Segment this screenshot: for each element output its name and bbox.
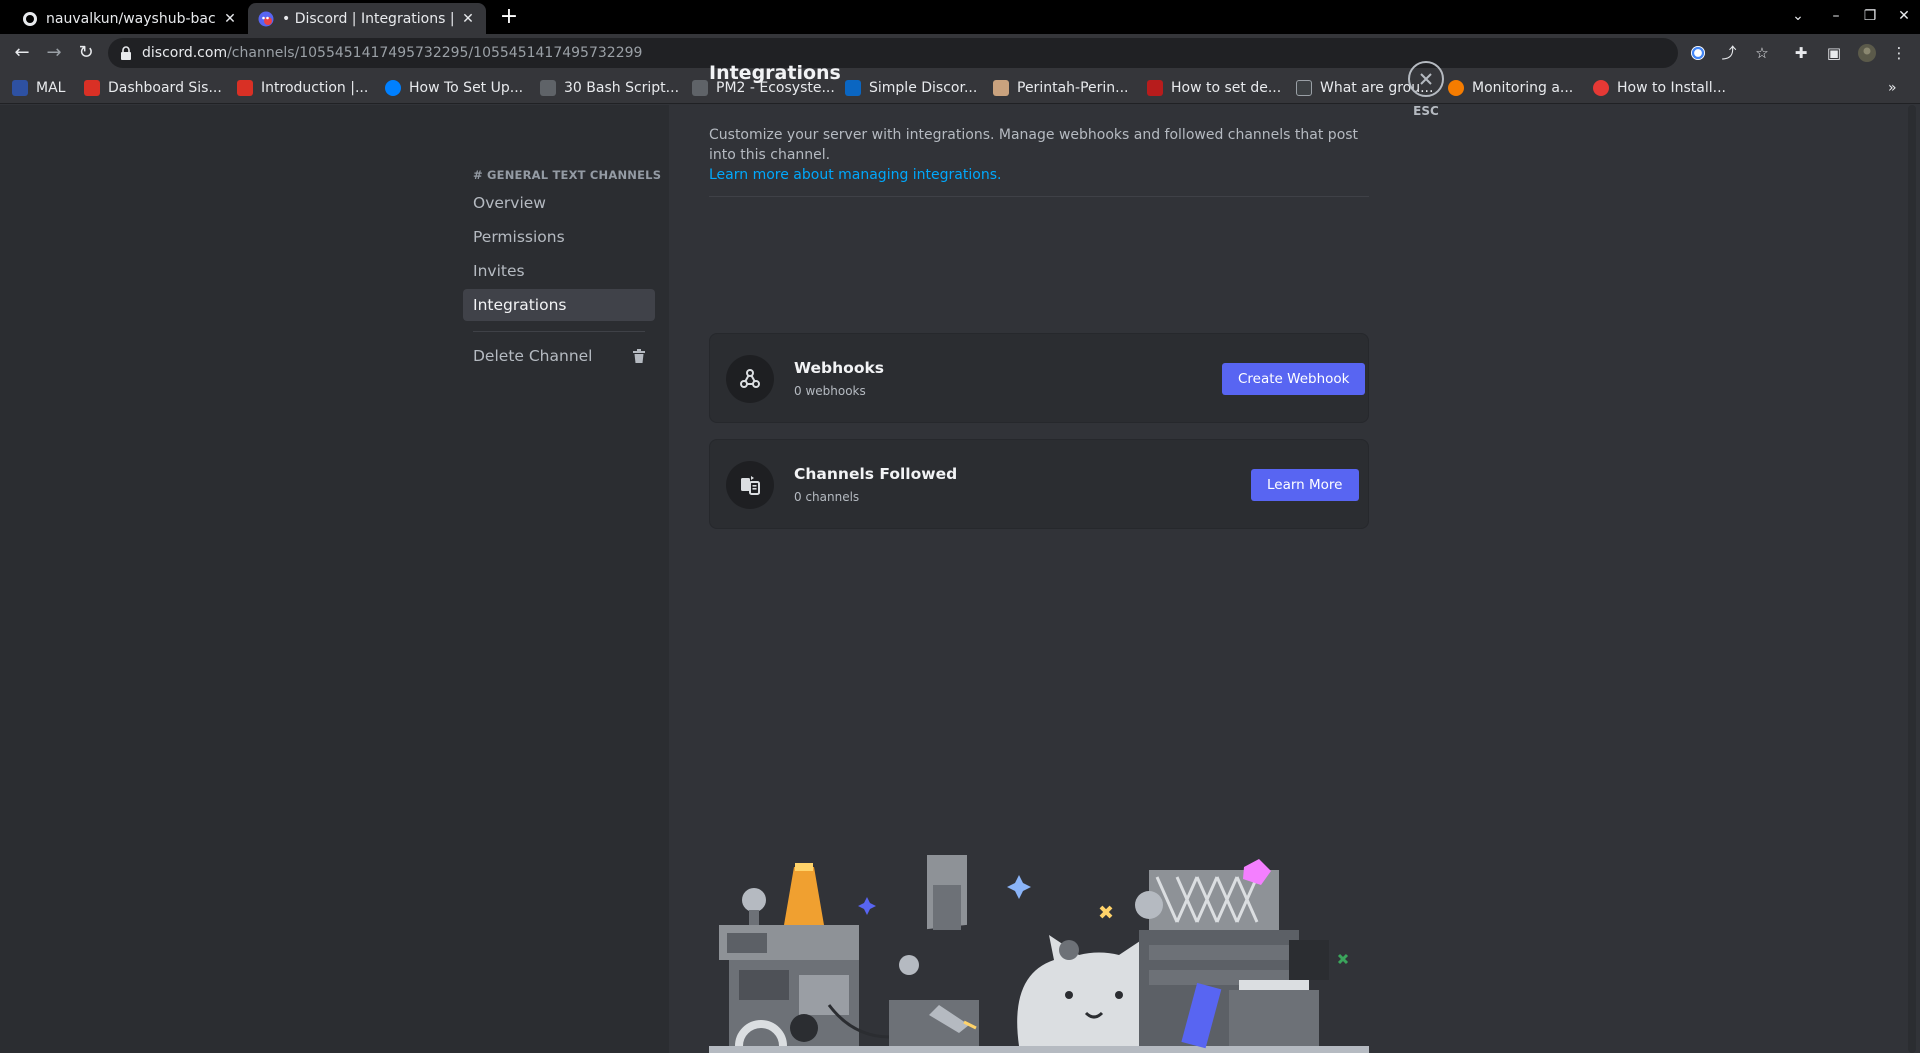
content-divider bbox=[709, 196, 1369, 197]
bookmark-favicon-icon bbox=[237, 80, 253, 96]
close-icon bbox=[1420, 73, 1432, 85]
bookmark-item[interactable]: Introduction |... bbox=[237, 78, 368, 98]
bookmark-item[interactable]: How to set de... bbox=[1147, 78, 1281, 98]
bookmark-favicon-icon bbox=[1593, 80, 1609, 96]
bookmark-favicon-icon bbox=[12, 80, 28, 96]
close-window-icon[interactable]: ✕ bbox=[1894, 8, 1914, 24]
bookmark-favicon-icon bbox=[993, 80, 1009, 96]
channels-followed-count: 0 channels bbox=[794, 490, 860, 504]
page-title: Integrations bbox=[709, 62, 841, 84]
url-text: discord.com/channels/1055451417495732295… bbox=[142, 45, 643, 61]
create-webhook-button[interactable]: Create Webhook bbox=[1222, 363, 1366, 395]
settings-sidebar: # GENERAL TEXT CHANNELS Overview Permiss… bbox=[0, 105, 669, 1053]
sidebar-item-permissions[interactable]: Permissions bbox=[463, 221, 655, 253]
browser-toolbar: ← → ↻ discord.com/channels/1055451417495… bbox=[0, 34, 1920, 72]
bookmark-item[interactable]: How to Install... bbox=[1593, 78, 1726, 98]
delete-channel-label: Delete Channel bbox=[473, 347, 593, 365]
bookmark-item[interactable]: How To Set Up... bbox=[385, 78, 523, 98]
lock-icon bbox=[121, 46, 131, 60]
bookmark-favicon-icon bbox=[692, 80, 708, 96]
github-icon bbox=[23, 11, 37, 26]
bookmark-favicon-icon bbox=[385, 80, 401, 96]
webhooks-card: Webhooks 0 webhooks Create Webhook bbox=[709, 333, 1369, 423]
share-icon[interactable]: ⤴ bbox=[1718, 42, 1740, 64]
webhooks-title: Webhooks bbox=[794, 359, 885, 377]
description-text: Customize your server with integrations.… bbox=[709, 127, 1359, 163]
sidebar-header: # GENERAL TEXT CHANNELS bbox=[473, 168, 662, 182]
learn-more-button[interactable]: Learn More bbox=[1251, 469, 1359, 501]
close-tab-icon[interactable]: ✕ bbox=[222, 11, 238, 27]
bookmark-item[interactable]: Monitoring a... bbox=[1448, 78, 1573, 98]
webhooks-count: 0 webhooks bbox=[794, 384, 866, 398]
tab-title: nauvalkun/wayshub-back bbox=[46, 10, 216, 27]
profile-avatar[interactable] bbox=[1856, 42, 1878, 64]
bookmark-favicon-icon bbox=[540, 80, 556, 96]
reload-icon[interactable]: ↻ bbox=[74, 42, 98, 64]
extensions-icon[interactable]: ✚ bbox=[1790, 42, 1812, 64]
bookmark-item[interactable]: 30 Bash Script... bbox=[540, 78, 679, 98]
bookmark-item[interactable]: Perintah-Perin... bbox=[993, 78, 1129, 98]
forward-icon[interactable]: → bbox=[42, 42, 66, 64]
back-icon[interactable]: ← bbox=[10, 42, 34, 64]
new-tab-button[interactable]: + bbox=[496, 4, 522, 30]
trash-icon bbox=[633, 349, 645, 363]
sidebar-nav: # GENERAL TEXT CHANNELS Overview Permiss… bbox=[463, 165, 662, 372]
side-panel-icon[interactable]: ▣ bbox=[1823, 42, 1845, 64]
discord-icon bbox=[258, 11, 274, 26]
bookmark-favicon-icon bbox=[84, 80, 100, 96]
bookmark-star-icon[interactable]: ☆ bbox=[1751, 42, 1773, 64]
channels-followed-card: Channels Followed 0 channels Learn More bbox=[709, 439, 1369, 529]
page-description: Customize your server with integrations.… bbox=[709, 125, 1369, 185]
tab-title: • Discord | Integrations | D bbox=[282, 10, 454, 27]
bookmark-favicon-icon bbox=[845, 80, 861, 96]
bookmark-item[interactable]: Dashboard Sis... bbox=[84, 78, 222, 98]
google-icon[interactable] bbox=[1687, 42, 1709, 64]
sidebar-divider bbox=[473, 331, 645, 332]
bookmark-favicon-icon bbox=[1296, 80, 1312, 96]
close-tab-icon[interactable]: ✕ bbox=[460, 11, 476, 27]
browser-tab-discord[interactable]: • Discord | Integrations | D ✕ bbox=[248, 3, 486, 34]
sidebar-item-invites[interactable]: Invites bbox=[463, 255, 655, 287]
webhook-icon bbox=[726, 355, 774, 403]
bookmarks-bar: MAL Dashboard Sis... Introduction |... H… bbox=[0, 72, 1920, 104]
restore-icon[interactable]: ❐ bbox=[1860, 8, 1880, 24]
more-bookmarks-icon[interactable]: » bbox=[1888, 78, 1897, 98]
tab-search-icon[interactable]: ⌄ bbox=[1788, 8, 1808, 24]
bookmark-item[interactable]: MAL bbox=[12, 78, 65, 98]
bookmark-item[interactable]: Simple Discor... bbox=[845, 78, 977, 98]
address-bar[interactable]: discord.com/channels/1055451417495732295… bbox=[108, 38, 1678, 68]
close-settings-button[interactable] bbox=[1408, 61, 1444, 97]
bookmark-favicon-icon bbox=[1147, 80, 1163, 96]
scrollbar[interactable] bbox=[1908, 105, 1916, 1053]
minimize-icon[interactable]: – bbox=[1826, 8, 1846, 24]
empty-state-illustration bbox=[709, 855, 1369, 1053]
delete-channel-button[interactable]: Delete Channel bbox=[463, 340, 655, 372]
channel-follow-icon bbox=[726, 461, 774, 509]
browser-tab-github[interactable]: nauvalkun/wayshub-back ✕ bbox=[12, 3, 248, 34]
menu-icon[interactable]: ⋮ bbox=[1888, 42, 1910, 64]
bookmark-favicon-icon bbox=[1448, 80, 1464, 96]
browser-tab-bar: nauvalkun/wayshub-back ✕ • Discord | Int… bbox=[0, 0, 1920, 34]
channels-followed-title: Channels Followed bbox=[794, 465, 958, 483]
sidebar-item-overview[interactable]: Overview bbox=[463, 187, 655, 219]
learn-more-link[interactable]: Learn more about managing integrations. bbox=[709, 167, 1001, 183]
esc-label: ESC bbox=[1413, 104, 1439, 118]
sidebar-item-integrations[interactable]: Integrations bbox=[463, 289, 655, 321]
